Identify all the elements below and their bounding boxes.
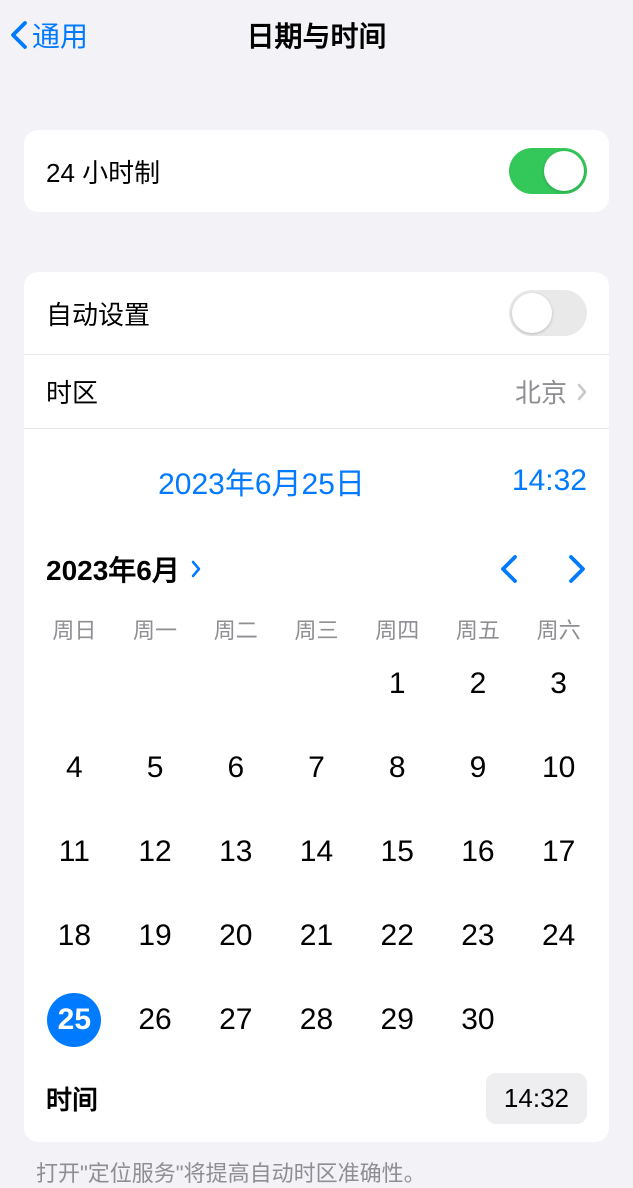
current-date-button[interactable]: 2023年6月25日 (46, 459, 477, 503)
time-value-button[interactable]: 14:32 (486, 1073, 587, 1124)
time-row: 时间 14:32 (24, 1065, 609, 1142)
auto-set-label: 自动设置 (46, 295, 150, 332)
calendar-day[interactable]: 17 (518, 825, 599, 879)
calendar-day[interactable]: 21 (276, 909, 357, 963)
chevron-right-icon (190, 560, 202, 578)
weekday-header: 周五 (438, 613, 519, 645)
twenty-four-hour-label: 24 小时制 (46, 153, 160, 190)
calendar-day[interactable]: 9 (438, 741, 519, 795)
calendar-day[interactable]: 27 (195, 993, 276, 1047)
calendar-day[interactable]: 29 (357, 993, 438, 1047)
weekday-header: 周一 (115, 613, 196, 645)
calendar-empty-cell (195, 657, 276, 711)
weekday-header: 周六 (518, 613, 599, 645)
page-title: 日期与时间 (0, 15, 633, 55)
next-month-button[interactable] (567, 554, 587, 584)
calendar-empty-cell (34, 657, 115, 711)
twenty-four-hour-row: 24 小时制 (24, 130, 609, 212)
calendar-day[interactable]: 11 (34, 825, 115, 879)
calendar-day[interactable]: 22 (357, 909, 438, 963)
calendar-day[interactable]: 23 (438, 909, 519, 963)
calendar-day[interactable]: 20 (195, 909, 276, 963)
calendar-day[interactable]: 14 (276, 825, 357, 879)
chevron-left-icon (10, 20, 28, 50)
calendar-day[interactable]: 19 (115, 909, 196, 963)
calendar-empty-cell (115, 657, 196, 711)
calendar-day[interactable]: 10 (518, 741, 599, 795)
calendar-day[interactable]: 30 (438, 993, 519, 1047)
month-picker-button[interactable]: 2023年6月 (46, 549, 202, 589)
calendar-day[interactable]: 8 (357, 741, 438, 795)
weekday-header: 周日 (34, 613, 115, 645)
calendar-day[interactable]: 16 (438, 825, 519, 879)
month-label: 2023年6月 (46, 549, 180, 589)
timezone-row[interactable]: 时区 北京 (24, 354, 609, 428)
chevron-right-icon (577, 383, 587, 401)
calendar-day[interactable]: 3 (518, 657, 599, 711)
time-label: 时间 (46, 1080, 98, 1117)
calendar-day[interactable]: 13 (195, 825, 276, 879)
calendar-day[interactable]: 15 (357, 825, 438, 879)
calendar-day[interactable]: 24 (518, 909, 599, 963)
calendar-day[interactable]: 1 (357, 657, 438, 711)
back-button[interactable]: 通用 (10, 15, 88, 55)
current-date-time-row: 2023年6月25日 14:32 (24, 428, 609, 521)
timezone-value: 北京 (515, 373, 567, 410)
calendar-day[interactable]: 4 (34, 741, 115, 795)
auto-set-row: 自动设置 (24, 272, 609, 354)
footer-note: 打开"定位服务"将提高自动时区准确性。 (36, 1156, 597, 1188)
calendar-day[interactable]: 2 (438, 657, 519, 711)
auto-set-switch[interactable] (509, 290, 587, 336)
calendar-day[interactable]: 25 (47, 993, 101, 1047)
calendar-day[interactable]: 28 (276, 993, 357, 1047)
calendar-day[interactable]: 12 (115, 825, 196, 879)
timezone-label: 时区 (46, 373, 98, 410)
calendar-empty-cell (276, 657, 357, 711)
back-label: 通用 (32, 15, 88, 55)
prev-month-button[interactable] (499, 554, 519, 584)
calendar-day[interactable]: 26 (115, 993, 196, 1047)
calendar-day[interactable]: 6 (195, 741, 276, 795)
weekday-header: 周三 (276, 613, 357, 645)
calendar-day[interactable]: 5 (115, 741, 196, 795)
current-time-button[interactable]: 14:32 (477, 464, 587, 498)
twenty-four-hour-switch[interactable] (509, 148, 587, 194)
calendar-day[interactable]: 18 (34, 909, 115, 963)
weekday-header: 周二 (195, 613, 276, 645)
calendar-day[interactable]: 7 (276, 741, 357, 795)
weekday-header: 周四 (357, 613, 438, 645)
